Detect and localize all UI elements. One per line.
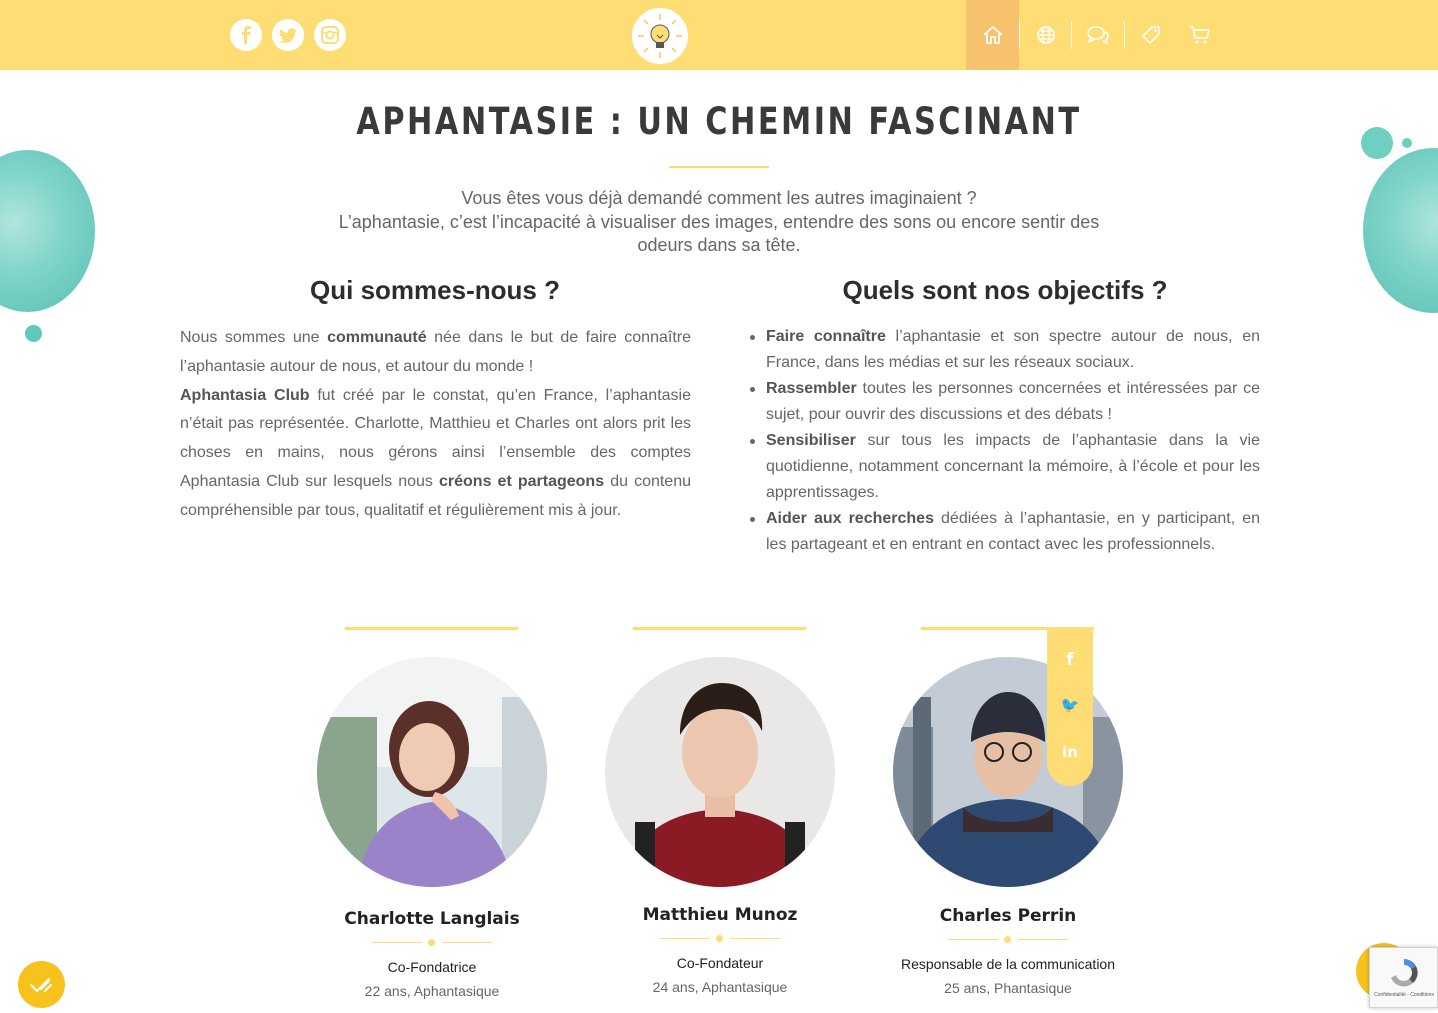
linkedin-icon[interactable]: in [1047,743,1093,761]
member-divider [372,939,492,947]
goal-item: Faire connaître l’aphantasie et son spec… [750,324,1260,376]
recaptcha-icon [1391,959,1418,987]
nav-home[interactable] [966,0,1019,70]
card-top-bar [345,627,518,630]
about-heading: Qui sommes-nous ? [310,275,560,305]
nav-world[interactable] [1019,0,1072,70]
nav-cart[interactable] [1172,0,1225,70]
about-text: Nous sommes une communauté née dans le b… [180,329,692,519]
recaptcha-badge[interactable]: Confidentialité - Conditions [1369,947,1438,1008]
goals-heading: Quels sont nos objectifs ? [842,275,1168,305]
watercolor-dot-right-2 [1402,138,1412,148]
intro-line-2: L’aphantasie, c’est l’incapacité à visua… [338,211,1100,256]
watercolor-dot-left [25,325,42,342]
check-icon [29,977,52,992]
chat-icon [1086,26,1109,45]
watercolor-blob-right [1363,148,1438,313]
recaptcha-links[interactable]: Confidentialité - Conditions [1372,992,1436,998]
avatar-matthieu[interactable] [605,657,835,887]
member-name: Matthieu Munoz [642,905,798,925]
member-divider [660,935,780,943]
intro-line-1: Vous êtes vous déjà demandé comment les … [461,188,977,208]
watercolor-blob-left [0,150,95,312]
nav-tags[interactable] [1124,0,1177,70]
accessibility-button[interactable] [18,961,65,1008]
lightbulb-logo[interactable] [632,8,688,64]
avatar-charlotte[interactable] [317,657,547,887]
site-header [0,0,1438,70]
member-role: Co-Fondatrice [387,959,477,975]
goal-item: Sensibiliser sur tous les impacts de l’a… [750,428,1260,506]
member-social-popup: f 🐦 in [1047,630,1093,786]
card-top-bar [633,627,806,630]
twitter-icon[interactable] [272,19,304,51]
facebook-icon[interactable]: f [1047,650,1093,670]
cart-icon [1188,26,1210,44]
member-name: Charlotte Langlais [344,909,520,929]
member-role: Responsable de la communication [900,956,1115,972]
goal-item: Aider aux recherches dédiées à l’aphanta… [750,506,1260,558]
member-role: Co-Fondateur [676,955,764,971]
home-icon [982,26,1003,44]
member-name: Charles Perrin [939,906,1077,926]
title-divider [669,166,769,168]
globe-icon [1036,26,1055,44]
twitter-icon[interactable]: 🐦 [1047,696,1093,714]
intro-text: Vous êtes vous déjà demandé comment les … [330,187,1108,258]
page-title: APHANTASIE : UN CHEMIN FASCINANT [356,100,1082,143]
instagram-icon[interactable] [314,19,346,51]
facebook-icon[interactable] [230,19,262,51]
nav-chat[interactable] [1071,0,1124,70]
member-info: 25 ans, Phantasique [944,980,1072,996]
tag-icon [1141,26,1160,44]
goal-item: Rassembler toutes les personnes concerné… [750,376,1260,428]
member-divider [948,936,1068,944]
goals-list: Faire connaître l’aphantasie et son spec… [750,324,1260,558]
member-info: 24 ans, Aphantasique [652,979,788,995]
member-info: 22 ans, Aphantasique [364,983,500,999]
watercolor-dot-right-1 [1361,127,1393,159]
